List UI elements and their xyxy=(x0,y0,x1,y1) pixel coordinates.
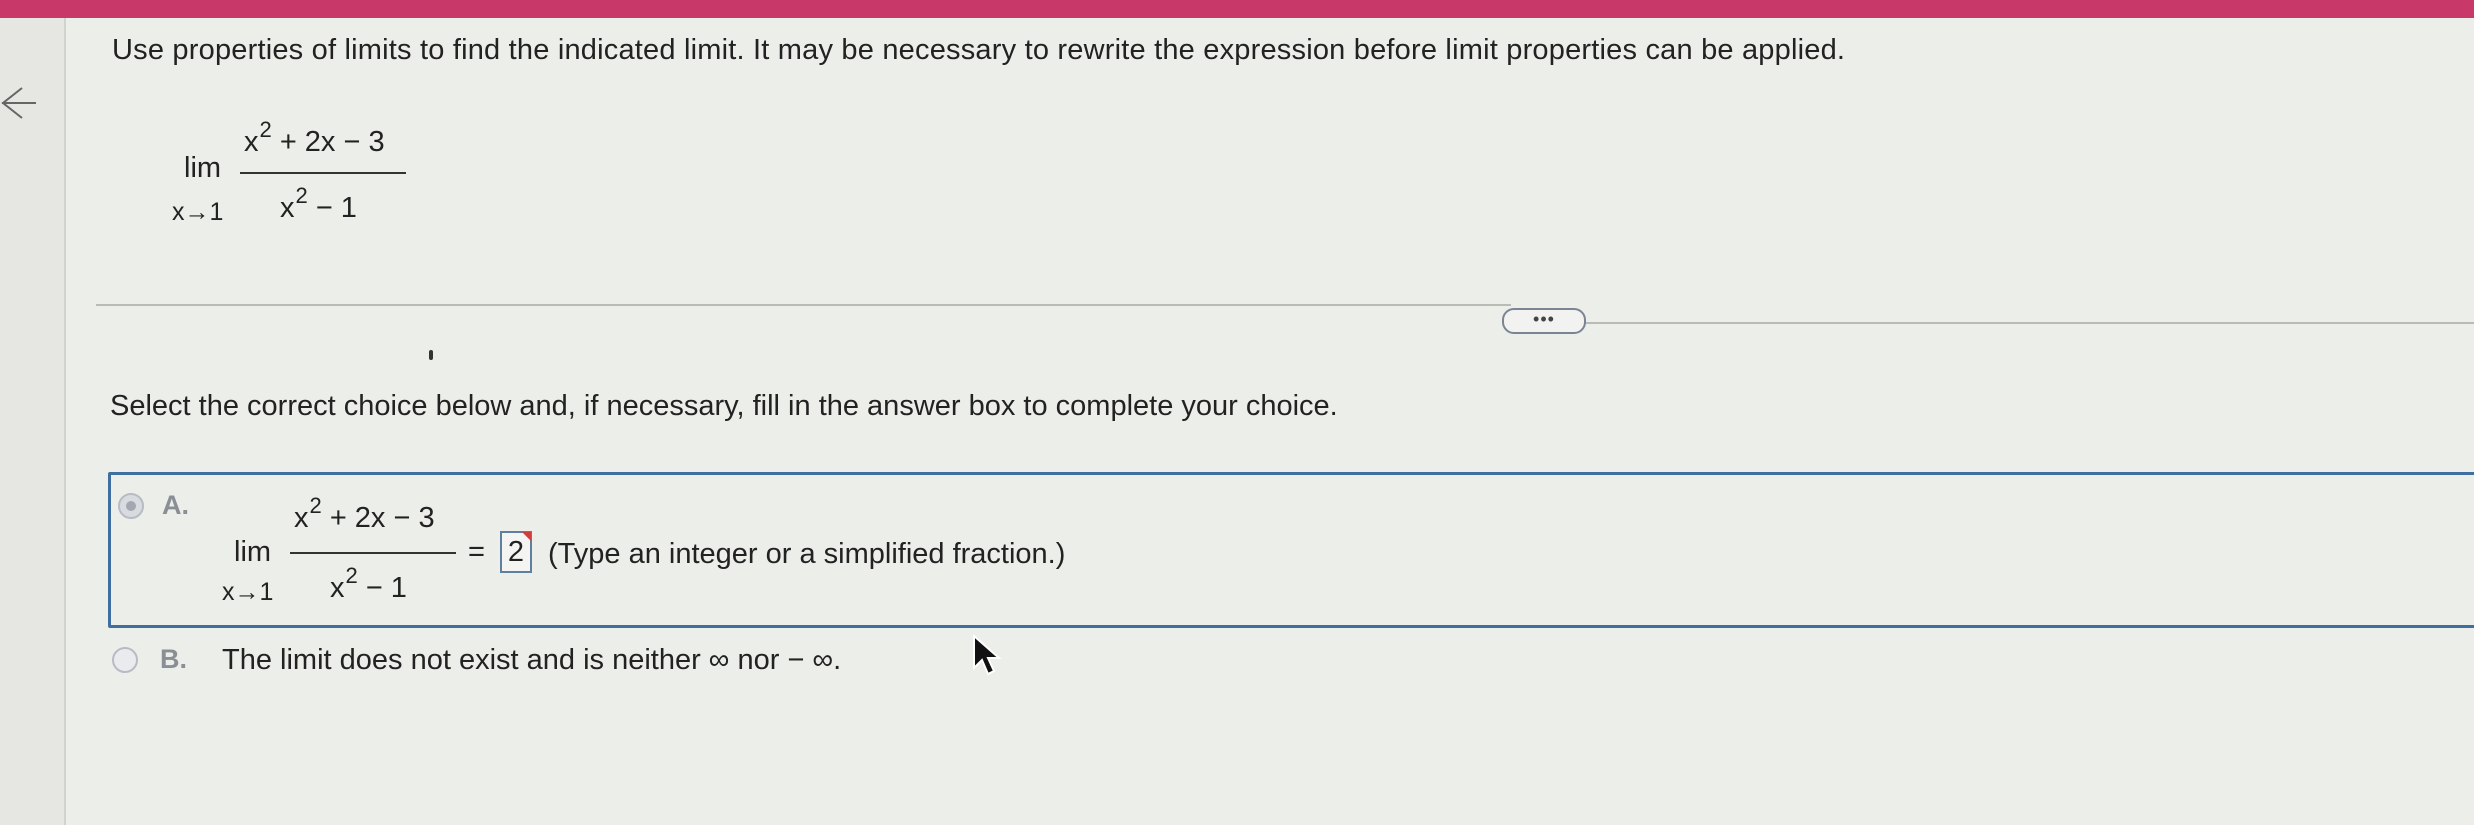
instruction-text: Select the correct choice below and, if … xyxy=(110,390,1338,422)
choice-a-denominator-rest: − 1 xyxy=(365,572,407,604)
fraction-denominator: x2 − 1 xyxy=(280,183,357,225)
question-text: Use properties of limits to find the ind… xyxy=(112,34,1846,66)
choice-b-text[interactable]: The limit does not exist and is neither … xyxy=(222,644,841,677)
lim-label: lim xyxy=(184,152,222,184)
choice-a-equals: = xyxy=(468,536,485,568)
choice-b-letter: B. xyxy=(160,644,187,674)
choice-b-radio[interactable] xyxy=(112,647,138,673)
numerator-rest: + 2x − 3 xyxy=(279,126,385,158)
choice-a-numerator: x2 + 2x − 3 xyxy=(294,493,435,535)
choice-a-denominator: x2 − 1 xyxy=(330,563,407,605)
denominator-rest: − 1 xyxy=(315,192,357,224)
numerator-base: x xyxy=(244,126,259,158)
stray-mark xyxy=(429,350,433,360)
choice-a-denominator-exponent: 2 xyxy=(345,563,358,588)
choice-a-radio[interactable] xyxy=(118,493,144,519)
mouse-pointer-icon xyxy=(973,634,1002,676)
section-divider-right xyxy=(1584,322,2474,324)
numerator-exponent: 2 xyxy=(259,117,272,142)
choice-a-numerator-exponent: 2 xyxy=(309,493,322,518)
fraction-bar xyxy=(240,172,406,174)
choice-a-numerator-rest: + 2x − 3 xyxy=(329,502,435,534)
choice-a-denominator-base: x xyxy=(330,572,345,604)
choice-a-letter: A. xyxy=(162,490,189,520)
arrow-left-icon[interactable] xyxy=(0,78,40,128)
lim-approach: x→1 xyxy=(172,198,224,226)
top-accent-bar xyxy=(0,0,2474,18)
fraction-numerator: x2 + 2x − 3 xyxy=(244,117,385,159)
left-navigation-rail xyxy=(0,18,66,825)
choice-a-fraction-bar xyxy=(290,552,456,554)
answer-input-box[interactable]: 2 xyxy=(500,531,532,573)
expand-more-button[interactable]: ••• xyxy=(1502,308,1586,334)
section-divider xyxy=(96,304,1511,306)
denominator-exponent: 2 xyxy=(295,183,308,208)
answer-hint: (Type an integer or a simplified fractio… xyxy=(548,538,1066,570)
answer-box-corner-marker xyxy=(522,532,531,541)
choice-a-lim-approach: x→1 xyxy=(222,578,274,606)
choice-a-lim-label: lim xyxy=(234,536,272,568)
denominator-base: x xyxy=(280,192,295,224)
choice-a-panel[interactable] xyxy=(108,472,2474,628)
choice-a-numerator-base: x xyxy=(294,502,309,534)
